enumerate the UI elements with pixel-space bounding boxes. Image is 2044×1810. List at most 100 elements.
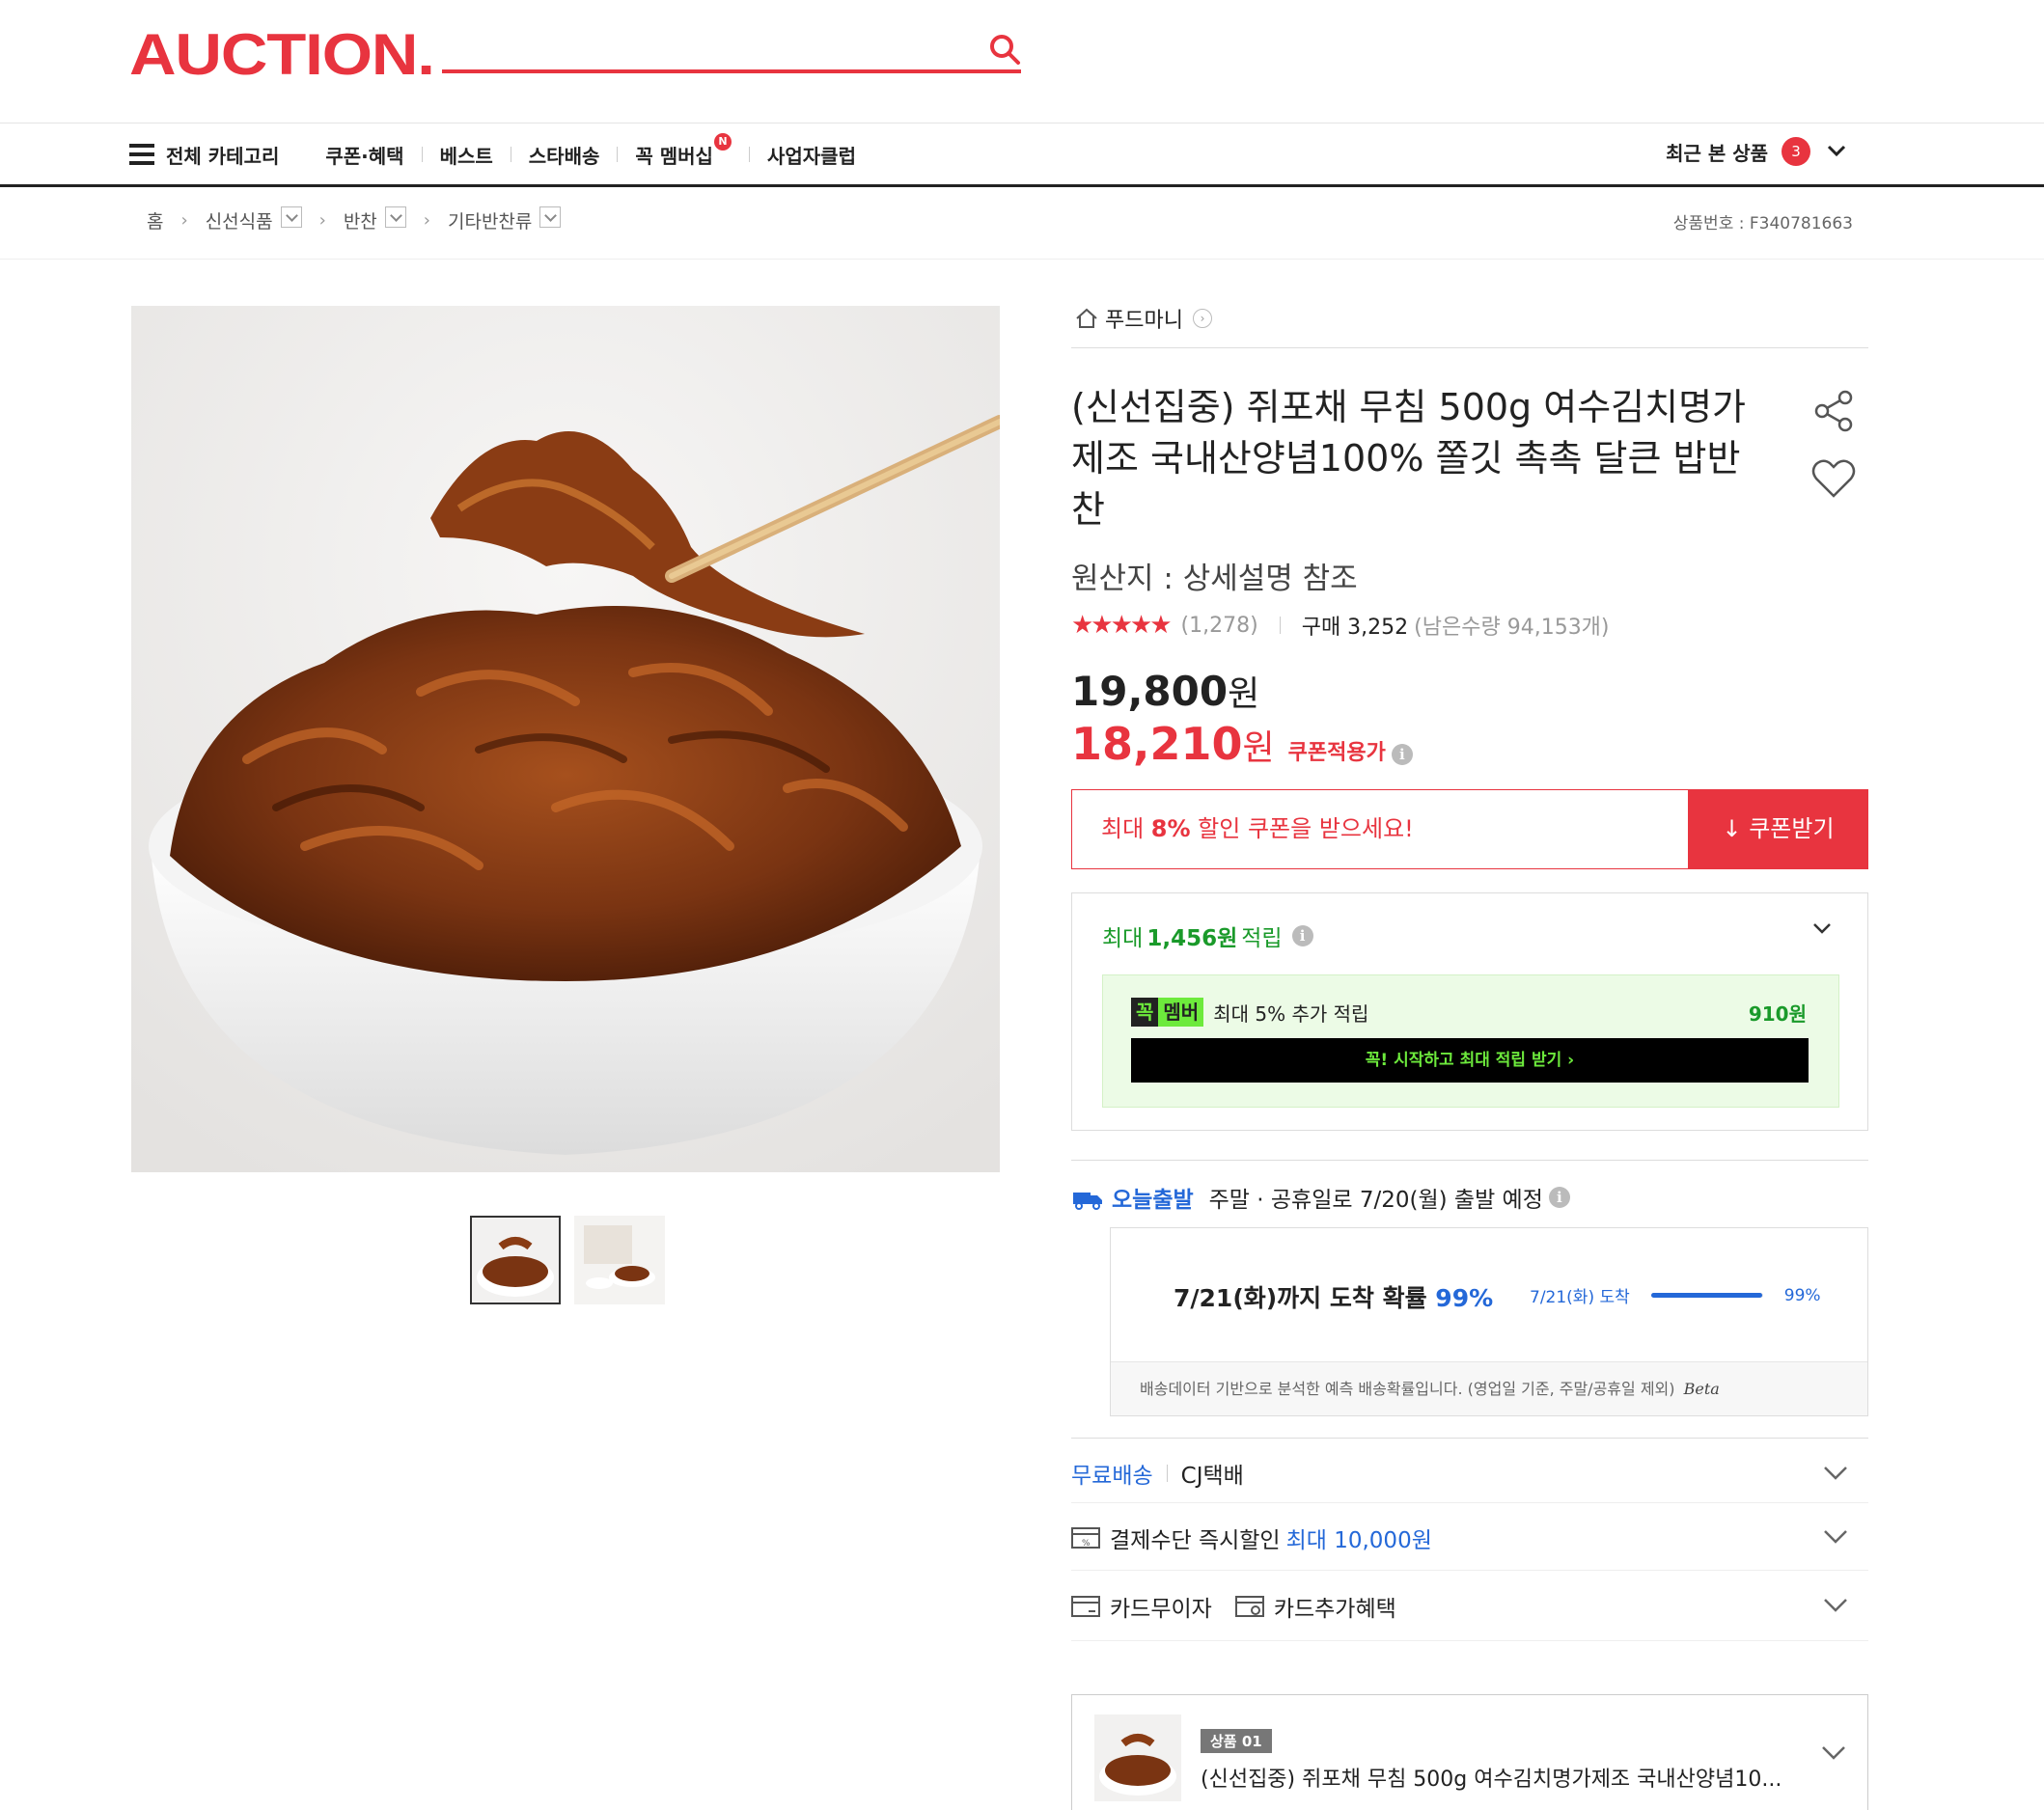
- chevron-right-icon: ›: [423, 209, 430, 231]
- divider: [1071, 1160, 1868, 1161]
- seller-link[interactable]: 푸드마니 ›: [1074, 303, 1212, 334]
- points-amount: 1,456원: [1146, 926, 1238, 951]
- divider: [1071, 1640, 1868, 1641]
- points-suffix: 적립: [1241, 926, 1283, 951]
- shipping-row[interactable]: 무료배송 CJ택배: [1071, 1457, 1244, 1490]
- payment-discount-row[interactable]: % 결제수단 즉시할인 최대 10,000원: [1071, 1522, 1432, 1554]
- nav-star-delivery[interactable]: 스타배송: [529, 141, 600, 169]
- card-benefit-row[interactable]: 카드무이자 카드추가혜택: [1071, 1590, 1396, 1623]
- delivery-probability-text: 7/21(화)까지 도착 확률 99%: [1174, 1279, 1493, 1314]
- download-coupon-button[interactable]: ↓ 쿠폰받기: [1688, 789, 1868, 869]
- delivery-probability-chart: 7/21(화) 도착 99%: [1530, 1283, 1821, 1308]
- option-name: (신선집중) 쥐포채 무침 500g 여수김치명가제조 국내산양념10...: [1201, 1768, 1782, 1792]
- dropdown-icon[interactable]: [539, 206, 562, 228]
- info-icon[interactable]: i: [1291, 925, 1313, 946]
- heart-icon[interactable]: [1810, 457, 1857, 500]
- purchase-count: 구매 3,252: [1301, 616, 1409, 640]
- chevron-down-icon[interactable]: [1822, 1528, 1849, 1546]
- search-input[interactable]: [442, 69, 1021, 73]
- star-rating-icon: ★★★★★: [1071, 611, 1173, 640]
- sale-price-value: 18,210: [1071, 718, 1243, 770]
- membership-start-button[interactable]: 꼭! 시작하고 최대 적립 받기 ›: [1131, 1038, 1809, 1083]
- probability-bar-fill: [1650, 1293, 1762, 1298]
- delivery-date-label: 7/21(화) 도착: [1530, 1288, 1630, 1307]
- recent-products[interactable]: 최근 본 상품 3: [1666, 137, 1851, 166]
- breadcrumb-level-3-label: 기타반찬류: [447, 211, 533, 233]
- coupon-text-suffix: 할인 쿠폰을 받으세요!: [1190, 815, 1414, 842]
- dropdown-icon[interactable]: [280, 206, 302, 228]
- coupon-banner: 최대 8% 할인 쿠폰을 받으세요!: [1071, 789, 1689, 869]
- won-unit: 원: [1242, 728, 1275, 768]
- chevron-right-icon: ›: [318, 209, 326, 231]
- divider: [1071, 1438, 1868, 1439]
- truck-icon: [1073, 1193, 1102, 1210]
- sale-price-label: 쿠폰적용가: [1287, 741, 1386, 765]
- won-unit: 원: [1228, 674, 1260, 714]
- share-icon[interactable]: [1810, 388, 1857, 434]
- chevron-down-icon[interactable]: [1822, 1597, 1849, 1614]
- nav-all-category[interactable]: 전체 카테고리: [166, 141, 279, 169]
- auction-logo[interactable]: AUCTION.: [129, 21, 435, 88]
- membership-logo: 꼭 멤버: [1131, 998, 1204, 1027]
- nav-business-club[interactable]: 사업자클럽: [767, 141, 856, 169]
- divider: [1071, 1570, 1868, 1571]
- divider: [1071, 347, 1868, 348]
- delivery-probability-prefix: 7/21(화)까지 도착 확률: [1174, 1284, 1427, 1312]
- product-number: 상품번호 : F340781663: [1672, 214, 1853, 233]
- rating-row: ★★★★★ (1,278) 구매 3,252 (남은수량 94,153개): [1071, 610, 1610, 641]
- menu-icon[interactable]: [129, 144, 154, 165]
- delivery-probability-note: 배송데이터 기반으로 분석한 예측 배송확률입니다. (영업일 기준, 주말/공…: [1111, 1361, 1867, 1415]
- probability-bar: [1650, 1293, 1763, 1298]
- breadcrumb-level-1[interactable]: 신선식품: [206, 206, 302, 233]
- chevron-down-icon[interactable]: [1820, 1744, 1847, 1762]
- nav-membership[interactable]: 꼭 멤버십N: [635, 132, 732, 169]
- membership-logo-k: 꼭: [1131, 998, 1159, 1027]
- card-benefit-label: 카드추가혜택: [1273, 1597, 1396, 1622]
- thumbnail-1[interactable]: [470, 1216, 561, 1304]
- card-icon: [1071, 1596, 1100, 1617]
- free-shipping-label: 무료배송: [1071, 1464, 1153, 1489]
- nav-coupon[interactable]: 쿠폰·혜택: [325, 141, 403, 169]
- food-bowl-illustration: [131, 306, 1000, 1172]
- option-selector[interactable]: [1071, 1694, 1868, 1810]
- search-icon[interactable]: [988, 33, 1021, 66]
- sale-price: 18,210 원 쿠폰적용가 i: [1071, 718, 1413, 770]
- card-benefit-icon: [1234, 1596, 1264, 1617]
- review-count[interactable]: (1,278): [1181, 614, 1258, 638]
- beta-label: Beta: [1683, 1380, 1720, 1398]
- info-icon[interactable]: i: [1391, 744, 1413, 765]
- original-price-value: 19,800: [1071, 668, 1229, 715]
- delivery-probability-percent: 99%: [1435, 1284, 1494, 1312]
- breadcrumb: 홈 › 신선식품 › 반찬 › 기타반찬류: [147, 206, 562, 233]
- seller-name: 푸드마니: [1105, 309, 1183, 333]
- today-dispatch-text: 주말 · 공휴일로 7/20(월) 출발 예정: [1208, 1188, 1543, 1213]
- breadcrumb-level-2-label: 반찬: [343, 211, 377, 233]
- chevron-right-icon: ›: [180, 209, 188, 231]
- membership-row: 꼭 멤버 최대 5% 추가 적립 910원: [1131, 998, 1807, 1027]
- info-icon[interactable]: i: [1548, 1187, 1570, 1208]
- probability-bar-value: 99%: [1783, 1285, 1821, 1305]
- thumbnail-2[interactable]: [574, 1216, 665, 1304]
- recent-count-badge: 3: [1782, 137, 1810, 166]
- divider: [1071, 1502, 1868, 1503]
- product-title: (신선집중) 쥐포채 무침 500g 여수김치명가제조 국내산양념100% 쫄깃…: [1071, 386, 1747, 531]
- membership-amount: 910원: [1748, 1001, 1807, 1026]
- payment-discount-amount: 최대 10,000원: [1285, 1528, 1432, 1553]
- breadcrumb-level-3[interactable]: 기타반찬류: [447, 206, 562, 233]
- points-prefix: 최대: [1102, 926, 1144, 951]
- image-thumbnails: [470, 1216, 665, 1304]
- chevron-down-icon[interactable]: [1822, 1465, 1849, 1482]
- chevron-right-icon: ›: [1192, 309, 1212, 328]
- nav-best[interactable]: 베스트: [440, 141, 493, 169]
- svg-text:%: %: [1082, 1539, 1091, 1549]
- origin-info: 원산지 : 상세설명 참조: [1071, 562, 1358, 596]
- discount-card-icon: %: [1071, 1527, 1100, 1549]
- breadcrumb-home[interactable]: 홈: [147, 207, 163, 233]
- chevron-down-icon: [1827, 145, 1846, 157]
- dropdown-icon[interactable]: [384, 206, 406, 228]
- original-price: 19,800원: [1071, 666, 1259, 716]
- breadcrumb-level-2[interactable]: 반찬: [344, 206, 406, 233]
- product-main-image[interactable]: [131, 306, 1000, 1172]
- points-summary[interactable]: 최대 1,456원 적립 i: [1102, 919, 1313, 952]
- chevron-down-icon[interactable]: [1810, 917, 1834, 940]
